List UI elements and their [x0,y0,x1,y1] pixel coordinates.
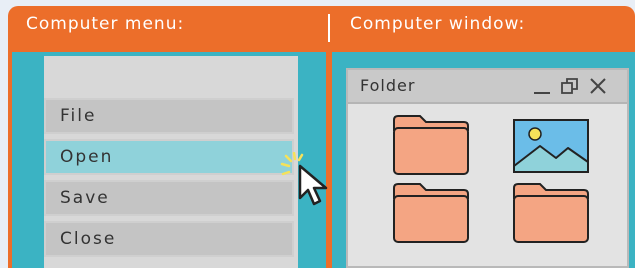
menu-item-file[interactable]: File [44,98,294,134]
window-content [348,104,627,266]
window-title: Folder [360,76,416,95]
header-divider [328,14,330,42]
folder-icon[interactable] [392,114,470,176]
menu-item-open[interactable]: Open [44,139,294,175]
folder-icon[interactable] [512,182,590,244]
folder-window: Folder [346,68,629,268]
window-titlebar[interactable]: Folder [348,70,627,104]
menu-item-save[interactable]: Save [44,180,294,216]
context-menu: File Open Save Close [44,56,328,268]
computer-menu-heading: Computer menu: [26,14,185,34]
restore-icon[interactable] [560,76,580,96]
close-icon[interactable] [588,76,608,96]
frame: Computer menu: Computer window: File Ope… [8,6,635,268]
computer-window-heading: Computer window: [350,14,526,34]
window-panel: Folder [332,52,635,268]
image-file-icon[interactable] [512,118,590,174]
menu-panel: File Open Save Close [12,52,328,268]
menu-item-close[interactable]: Close [44,221,294,257]
minimize-icon[interactable] [532,76,552,96]
folder-icon[interactable] [392,182,470,244]
